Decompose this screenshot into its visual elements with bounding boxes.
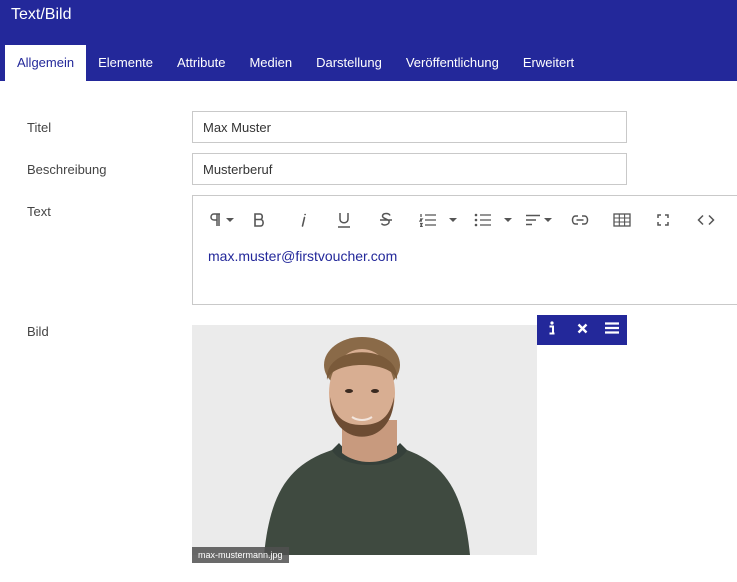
tab-erweitert[interactable]: Erweitert (511, 45, 586, 81)
table-icon (613, 213, 631, 227)
tab-elemente[interactable]: Elemente (86, 45, 165, 81)
tab-veroeffentlichung[interactable]: Veröffentlichung (394, 45, 511, 81)
underline-button[interactable] (337, 208, 351, 232)
link-icon (571, 215, 589, 225)
strikethrough-icon (379, 212, 393, 228)
beschreibung-input[interactable] (192, 153, 627, 185)
image-remove-button[interactable] (567, 315, 597, 345)
strikethrough-button[interactable] (379, 208, 393, 232)
italic-icon (298, 213, 308, 227)
ordered-list-icon (419, 213, 437, 227)
bold-icon (253, 213, 265, 227)
ordered-list-button[interactable] (419, 208, 437, 232)
unordered-list-button[interactable] (474, 208, 492, 232)
paragraph-format-button[interactable] (209, 208, 234, 232)
titel-input[interactable] (192, 111, 627, 143)
tab-darstellung[interactable]: Darstellung (304, 45, 394, 81)
portrait-photo (192, 325, 537, 555)
link-button[interactable] (571, 208, 589, 232)
unordered-list-options-button[interactable] (504, 208, 512, 232)
image-menu-button[interactable] (597, 315, 627, 345)
remove-icon (577, 321, 588, 339)
code-icon (697, 214, 715, 226)
chevron-down-icon (504, 218, 512, 222)
chevron-down-icon (226, 218, 234, 222)
table-button[interactable] (613, 208, 631, 232)
code-view-button[interactable] (697, 208, 715, 232)
editor-content[interactable]: max.muster@firstvoucher.com (208, 248, 397, 264)
beschreibung-label: Beschreibung (27, 162, 107, 177)
tab-attribute[interactable]: Attribute (165, 45, 237, 81)
underline-icon (337, 212, 351, 228)
info-icon (548, 320, 556, 340)
text-label: Text (27, 204, 51, 219)
tab-allgemein[interactable]: Allgemein (5, 45, 87, 81)
header-bar: Text/Bild Allgemein Elemente Attribute M… (0, 0, 737, 81)
rich-text-editor[interactable]: max.muster@firstvoucher.com (192, 195, 737, 305)
image-filename: max-mustermann.jpg (192, 547, 289, 563)
chevron-down-icon (544, 218, 552, 222)
titel-label: Titel (27, 120, 52, 135)
italic-button[interactable] (298, 208, 308, 232)
chevron-down-icon (449, 218, 457, 222)
paragraph-icon (209, 213, 221, 227)
align-icon (525, 214, 541, 226)
profile-image[interactable] (192, 325, 537, 555)
tab-bar: Allgemein Elemente Attribute Medien Dars… (5, 45, 586, 81)
menu-icon (605, 321, 619, 339)
fullscreen-button[interactable] (657, 208, 669, 232)
align-button[interactable] (525, 208, 552, 232)
image-info-button[interactable] (537, 315, 567, 345)
unordered-list-icon (474, 213, 492, 227)
editor-toolbar (193, 196, 737, 244)
bild-label: Bild (27, 324, 49, 339)
fullscreen-icon (657, 214, 669, 226)
image-action-bar (537, 315, 627, 345)
page-title: Text/Bild (11, 6, 72, 23)
bold-button[interactable] (253, 208, 265, 232)
tab-medien[interactable]: Medien (237, 45, 304, 81)
ordered-list-options-button[interactable] (449, 208, 457, 232)
